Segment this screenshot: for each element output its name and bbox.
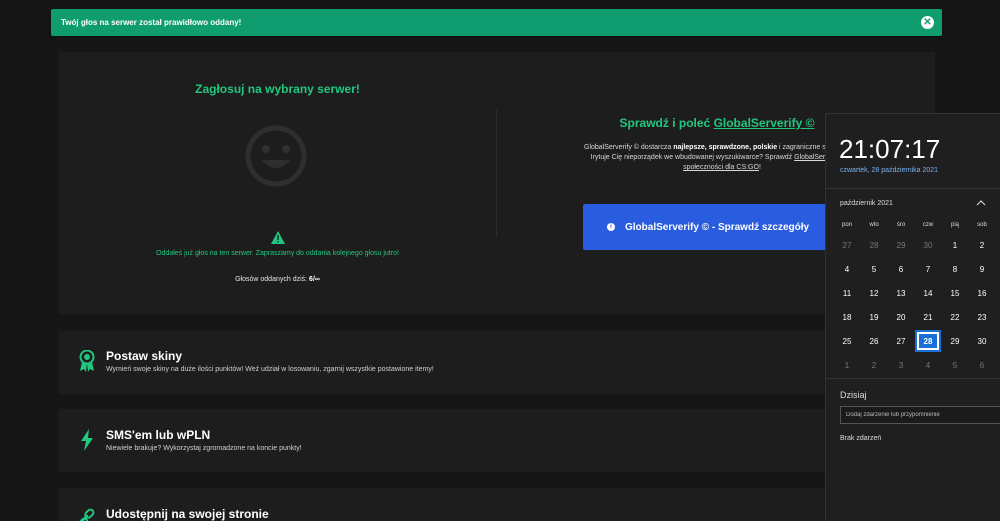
- calendar-day[interactable]: 30: [969, 330, 995, 352]
- weekday-label: pon: [841, 222, 852, 228]
- desc-line1-a: GlobalServerify © dostarcza: [584, 144, 674, 151]
- calendar-day[interactable]: 29: [888, 234, 914, 256]
- separator: [826, 188, 1000, 189]
- add-event-input[interactable]: [840, 406, 1000, 424]
- feature-title: Udostępnij na swojej stronie: [106, 507, 269, 521]
- feature-subtitle: Wymień swoje skiny na duże ilości punktó…: [106, 366, 434, 373]
- calendar-day[interactable]: 2: [969, 234, 995, 256]
- desc-line3-link[interactable]: społeczności dla CS:GO: [683, 164, 759, 171]
- vote-section: Zagłosuj na wybrany serwer! Oddałeś już …: [59, 52, 496, 314]
- calendar-day[interactable]: 21: [915, 306, 941, 328]
- calendar-day[interactable]: 16: [969, 282, 995, 304]
- lightning-icon: [81, 429, 93, 451]
- calendar-day[interactable]: 5: [861, 258, 887, 280]
- warning-icon: [271, 231, 285, 244]
- promo-title-link[interactable]: GlobalServerify ©: [714, 116, 815, 130]
- close-icon[interactable]: ✕: [921, 16, 934, 29]
- votes-today-label: Głosów oddanych dziś:: [235, 276, 308, 283]
- smiley-icon: [245, 125, 307, 187]
- desc-line2-a: Irytuje Cię nieporządek we wbudowanej wy…: [590, 154, 795, 161]
- calendar-day[interactable]: 6: [969, 354, 995, 376]
- calendar-day[interactable]: 18: [834, 306, 860, 328]
- success-toast: Twój głos na serwer został prawidłowo od…: [51, 9, 942, 36]
- calendar-day[interactable]: 30: [915, 234, 941, 256]
- voted-message: Oddałeś już głos na ten serwer. Zaprasza…: [156, 250, 399, 257]
- calendar-day[interactable]: 4: [915, 354, 941, 376]
- globalserverify-button-label: GlobalServerify © - Sprawdź szczegóły: [625, 221, 810, 233]
- calendar-day[interactable]: 12: [861, 282, 887, 304]
- feature-card-share[interactable]: Udostępnij na swojej stronie: [59, 488, 935, 521]
- feature-subtitle: Niewiele brakuje? Wykorzystaj zgromadzon…: [106, 445, 302, 452]
- votes-today: Głosów oddanych dziś: 6/∞: [59, 276, 496, 283]
- calendar-day[interactable]: 13: [888, 282, 914, 304]
- calendar-day[interactable]: 28: [861, 234, 887, 256]
- feature-card-skins[interactable]: Postaw skiny Wymień swoje skiny na duże …: [59, 331, 935, 394]
- clock-date[interactable]: czwartek, 28 października 2021: [840, 167, 938, 174]
- weekday-label: śro: [896, 222, 906, 228]
- today-label: Dzisiaj: [840, 390, 867, 400]
- calendar-day[interactable]: 7: [915, 258, 941, 280]
- calendar-day[interactable]: 8: [942, 258, 968, 280]
- calendar-day[interactable]: 26: [861, 330, 887, 352]
- calendar-day[interactable]: 29: [942, 330, 968, 352]
- calendar-day[interactable]: 15: [942, 282, 968, 304]
- calendar-day[interactable]: 27: [888, 330, 914, 352]
- calendar-day[interactable]: 9: [969, 258, 995, 280]
- weekday-label: czw: [922, 222, 934, 228]
- feature-card-sms[interactable]: SMS'em lub wPLN Niewiele brakuje? Wykorz…: [59, 409, 935, 472]
- month-label[interactable]: październik 2021: [840, 200, 893, 207]
- vote-card: Zagłosuj na wybrany serwer! Oddałeś już …: [59, 52, 935, 314]
- calendar-day[interactable]: 5: [942, 354, 968, 376]
- calendar-day[interactable]: 11: [834, 282, 860, 304]
- calendar-day[interactable]: 19: [861, 306, 887, 328]
- promo-title-prefix: Sprawdź i poleć: [619, 116, 714, 130]
- toast-message: Twój głos na serwer został prawidłowo od…: [61, 18, 242, 27]
- calendar-day[interactable]: 22: [942, 306, 968, 328]
- info-icon: i: [607, 223, 615, 231]
- feature-title: Postaw skiny: [106, 349, 183, 363]
- separator: [826, 378, 1000, 379]
- clock-time: 21:07:17: [839, 134, 941, 164]
- calendar-day[interactable]: 20: [888, 306, 914, 328]
- link-icon: [78, 508, 95, 521]
- weekday-label: pią: [950, 222, 959, 228]
- desc-line1-bold: najlepsze, sprawdzone, polskie: [673, 144, 778, 151]
- calendar-day[interactable]: 4: [834, 258, 860, 280]
- vote-title: Zagłosuj na wybrany serwer!: [195, 82, 360, 96]
- page: Twój głos na serwer został prawidłowo od…: [0, 0, 1000, 521]
- calendar-day[interactable]: 1: [834, 354, 860, 376]
- calendar-day[interactable]: 25: [834, 330, 860, 352]
- calendar-day[interactable]: 27: [834, 234, 860, 256]
- no-events-label: Brak zdarzeń: [840, 435, 882, 442]
- weekday-label: wto: [869, 222, 879, 228]
- weekday-label: sob: [977, 222, 987, 228]
- clock-calendar-flyout: 21:07:17 czwartek, 28 października 2021 …: [825, 113, 1000, 521]
- calendar-day[interactable]: 2: [861, 354, 887, 376]
- desc-line3-end: !: [758, 164, 761, 171]
- feature-title: SMS'em lub wPLN: [106, 428, 211, 442]
- calendar-day[interactable]: 14: [915, 282, 941, 304]
- calendar-day[interactable]: 6: [888, 258, 914, 280]
- calendar-day[interactable]: 1: [942, 234, 968, 256]
- calendar-day-today[interactable]: 28: [915, 330, 941, 352]
- chevron-up-icon[interactable]: [976, 198, 986, 208]
- calendar-day[interactable]: 3: [888, 354, 914, 376]
- award-icon: [79, 350, 95, 372]
- calendar-day[interactable]: 23: [969, 306, 995, 328]
- votes-today-value: 6/∞: [309, 276, 320, 283]
